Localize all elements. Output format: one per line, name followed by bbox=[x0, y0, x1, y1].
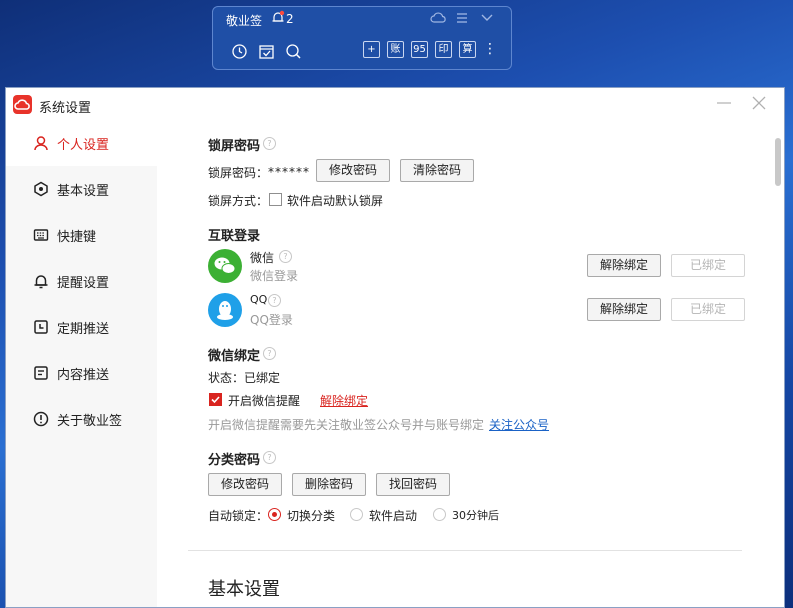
auto-lock-30min-radio[interactable] bbox=[433, 508, 446, 521]
follow-official-account-link[interactable]: 关注公众号 bbox=[489, 416, 549, 433]
login-section-title: 互联登录 bbox=[208, 229, 261, 244]
lock-on-start-label: 软件启动默认锁屏 bbox=[287, 194, 384, 208]
sidebar-item-basic[interactable]: 基本设置 bbox=[6, 166, 157, 212]
delete-category-password-button[interactable]: 删除密码 bbox=[292, 473, 366, 496]
lock-section-title: 锁屏密码 bbox=[208, 139, 261, 154]
help-icon[interactable]: ? bbox=[263, 137, 276, 150]
qq-login-sub: QQ登录 bbox=[250, 313, 293, 327]
wechat-unbind-button[interactable]: 解除绑定 bbox=[587, 254, 661, 277]
widget-title: 敬业签 bbox=[226, 14, 263, 28]
search-icon[interactable] bbox=[285, 43, 302, 60]
scroll-thumb[interactable] bbox=[775, 138, 781, 186]
bell-icon bbox=[33, 273, 49, 289]
lock-mode-label: 锁屏方式： bbox=[208, 194, 269, 208]
sidebar-item-shortcuts[interactable]: 快捷键 bbox=[6, 212, 157, 258]
sidebar-item-label: 提醒设置 bbox=[57, 275, 110, 291]
settings-window: 系统设置 个人设置 基本设置 快捷键 提醒设置 定期推送 内容推送 关于敬业签 … bbox=[5, 87, 785, 608]
auto-lock-option: 切换分类 bbox=[287, 509, 336, 523]
wechat-logo-icon bbox=[208, 249, 242, 286]
chevron-down-icon[interactable] bbox=[480, 11, 497, 28]
sidebar-item-label: 基本设置 bbox=[57, 183, 110, 199]
sidebar-item-label: 个人设置 bbox=[57, 137, 110, 153]
wx-bind-section-title: 微信绑定 bbox=[208, 349, 261, 364]
sidebar-item-personal[interactable]: 个人设置 bbox=[6, 120, 157, 166]
section-divider bbox=[188, 550, 742, 551]
info-icon bbox=[33, 411, 49, 427]
wx-unbind-link[interactable]: 解除绑定 bbox=[320, 392, 368, 409]
app-logo-icon bbox=[13, 95, 32, 114]
auto-lock-label: 自动锁定： bbox=[208, 509, 269, 523]
wx-bind-status-label: 状态： bbox=[208, 371, 245, 385]
scrollbar[interactable] bbox=[772, 120, 784, 607]
inbox-check-icon[interactable] bbox=[258, 43, 275, 60]
lock-password-value: ****** bbox=[268, 165, 310, 179]
window-title: 系统设置 bbox=[39, 101, 92, 116]
qq-logo-icon bbox=[208, 293, 242, 330]
basic-settings-heading: 基本设置 bbox=[208, 579, 280, 600]
calendar-clock-icon bbox=[33, 319, 49, 335]
tool-print-button[interactable]: 印 bbox=[435, 41, 452, 58]
document-icon bbox=[33, 365, 49, 381]
category-section-title: 分类密码 bbox=[208, 453, 261, 468]
sidebar-item-scheduled-push[interactable]: 定期推送 bbox=[6, 304, 157, 350]
bell-icon[interactable] bbox=[271, 10, 285, 28]
notification-count: 2 bbox=[286, 12, 294, 26]
qq-name: QQ bbox=[250, 293, 268, 306]
sidebar-item-reminder[interactable]: 提醒设置 bbox=[6, 258, 157, 304]
sidebar-item-about[interactable]: 关于敬业签 bbox=[6, 396, 157, 442]
lock-on-start-checkbox[interactable] bbox=[269, 193, 282, 206]
sidebar-item-content-push[interactable]: 内容推送 bbox=[6, 350, 157, 396]
wx-bind-note: 开启微信提醒需要先关注敬业签公众号并与账号绑定 bbox=[208, 418, 485, 432]
clear-lock-password-button[interactable]: 清除密码 bbox=[400, 159, 474, 182]
change-category-password-button[interactable]: 修改密码 bbox=[208, 473, 282, 496]
tool-calc-button[interactable]: 算 bbox=[459, 41, 476, 58]
change-lock-password-button[interactable]: 修改密码 bbox=[316, 159, 390, 182]
settings-content: 锁屏密码 ? 锁屏密码： ****** 修改密码 清除密码 锁屏方式： 软件启动… bbox=[157, 120, 772, 607]
auto-lock-option: 30分钟后 bbox=[452, 509, 499, 522]
lock-password-label: 锁屏密码： bbox=[208, 166, 269, 180]
user-icon bbox=[33, 135, 49, 151]
help-icon[interactable]: ? bbox=[263, 451, 276, 464]
keyboard-icon bbox=[33, 227, 49, 243]
sidebar-item-label: 内容推送 bbox=[57, 367, 110, 383]
auto-lock-option: 软件启动 bbox=[369, 509, 418, 523]
wx-bind-status-value: 已绑定 bbox=[244, 371, 281, 385]
auto-lock-startup-radio[interactable] bbox=[350, 508, 363, 521]
qq-bound-status: 已绑定 bbox=[671, 298, 745, 321]
wechat-reminder-checkbox[interactable] bbox=[209, 393, 222, 406]
auto-lock-switch-radio[interactable] bbox=[268, 508, 281, 521]
minimize-icon[interactable] bbox=[716, 96, 732, 110]
sidebar-item-label: 快捷键 bbox=[57, 229, 97, 245]
wechat-bound-status: 已绑定 bbox=[671, 254, 745, 277]
sidebar-item-label: 定期推送 bbox=[57, 321, 110, 337]
recover-category-password-button[interactable]: 找回密码 bbox=[376, 473, 450, 496]
tool-95-button[interactable]: 95 bbox=[411, 41, 428, 58]
clock-icon[interactable] bbox=[231, 43, 248, 60]
tool-account-button[interactable]: 账 bbox=[387, 41, 404, 58]
wechat-login-sub: 微信登录 bbox=[250, 269, 299, 283]
mini-widget: 敬业签 2 + 账 95 印 算 ⋮ bbox=[212, 6, 512, 70]
wechat-reminder-label: 开启微信提醒 bbox=[228, 394, 301, 408]
help-icon[interactable]: ? bbox=[263, 347, 276, 360]
sidebar-item-label: 关于敬业签 bbox=[57, 413, 123, 429]
help-icon[interactable]: ? bbox=[279, 250, 292, 263]
cloud-sync-icon[interactable] bbox=[430, 11, 447, 28]
more-icon[interactable]: ⋮ bbox=[483, 41, 497, 58]
add-icon[interactable]: + bbox=[363, 41, 380, 58]
help-icon[interactable]: ? bbox=[268, 294, 281, 307]
title-bar: 系统设置 bbox=[6, 88, 784, 120]
wechat-name: 微信 bbox=[250, 251, 275, 265]
close-icon[interactable] bbox=[751, 95, 767, 111]
qq-unbind-button[interactable]: 解除绑定 bbox=[587, 298, 661, 321]
menu-icon[interactable] bbox=[455, 11, 472, 28]
settings-icon bbox=[33, 181, 49, 197]
sidebar: 个人设置 基本设置 快捷键 提醒设置 定期推送 内容推送 关于敬业签 bbox=[6, 120, 157, 607]
